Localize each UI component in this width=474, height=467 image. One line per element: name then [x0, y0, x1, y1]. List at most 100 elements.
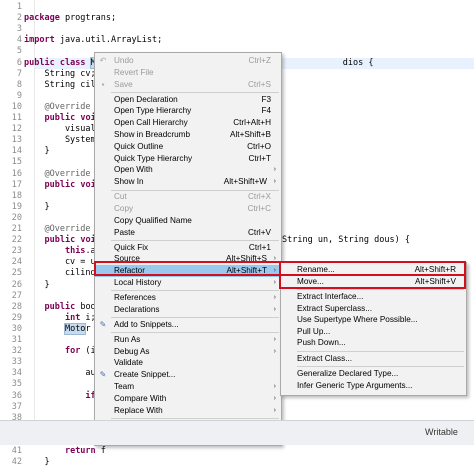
save-icon: ▪	[101, 79, 105, 89]
menu-item-label: Extract Superclass...	[297, 303, 373, 313]
line-number: 31	[11, 335, 22, 345]
menu-item-label: Quick Outline	[114, 141, 164, 151]
menu-item-pull-up[interactable]: Pull Up...	[281, 326, 466, 338]
menu-item-open-type-hierarchy[interactable]: Open Type Hierarchy F4	[95, 105, 281, 117]
code-line[interactable]: public void	[24, 113, 100, 123]
code-line[interactable]: }	[24, 202, 49, 212]
menu-item-label: Create Snippet...	[114, 370, 176, 380]
move-callout-box	[279, 274, 466, 289]
chevron-right-icon: ›	[273, 305, 276, 313]
menu-item-open-declaration[interactable]: Open Declaration F3	[95, 94, 281, 106]
menu-item-quick-fix[interactable]: Quick Fix Ctrl+1	[95, 242, 281, 254]
chevron-right-icon: ›	[273, 406, 276, 414]
menu-item-shortcut: Ctrl+O	[247, 141, 271, 151]
line-number: 5	[16, 46, 22, 57]
code-line[interactable]: public void	[24, 235, 100, 245]
menu-item-generalize-declared-type[interactable]: Generalize Declared Type...	[281, 368, 466, 380]
line-number: 27	[11, 290, 22, 301]
code-line-text: int i;	[64, 312, 96, 323]
status-writable: Writable	[425, 427, 458, 437]
menu-item-save: ▪ Save Ctrl+S	[95, 79, 281, 91]
menu-item-shortcut: Ctrl+V	[248, 227, 271, 237]
menu-item-label: Validate	[114, 358, 143, 368]
menu-item-extract-superclass[interactable]: Extract Superclass...	[281, 303, 466, 315]
menu-item-open-call-hierarchy[interactable]: Open Call Hierarchy Ctrl+Alt+H	[95, 117, 281, 129]
code-line[interactable]: @Override	[24, 169, 90, 179]
line-number: 28	[11, 301, 22, 312]
menu-item-label: Run As	[114, 334, 141, 344]
line-number: 13	[11, 135, 22, 146]
code-line[interactable]: package progtrans;	[24, 13, 116, 23]
code-line[interactable]: }	[24, 280, 49, 290]
menu-item-quick-type-hierarchy[interactable]: Quick Type Hierarchy Ctrl+T	[95, 153, 281, 165]
menu-item-label: Open Call Hierarchy	[114, 118, 188, 128]
menu-item-shortcut: F3	[261, 94, 271, 104]
code-line-continuation: dios {	[266, 57, 374, 68]
code-line[interactable]: int i;	[24, 313, 96, 323]
code-line[interactable]: @Override	[24, 224, 90, 234]
code-line[interactable]: aux	[24, 368, 100, 378]
menu-item-add-to-snippets[interactable]: ✎ Add to Snippets...	[95, 319, 281, 331]
code-line[interactable]: String cv;	[24, 69, 95, 79]
line-number: 37	[11, 401, 22, 412]
menu-item-local-history[interactable]: Local History ›	[95, 277, 281, 289]
menu-item-show-in-breadcrumb[interactable]: Show in Breadcrumb Alt+Shift+B	[95, 129, 281, 141]
menu-item-copy: Copy Ctrl+C	[95, 203, 281, 215]
code-line-text: public void	[44, 179, 101, 190]
menu-item-label: Extract Class...	[297, 353, 353, 363]
menu-item-open-with[interactable]: Open With ›	[95, 164, 281, 176]
menu-item-label: Show in Breadcrumb	[114, 130, 190, 139]
menu-item-label: Cut	[114, 192, 127, 202]
menu-item-validate[interactable]: Validate	[95, 357, 281, 369]
code-line[interactable]: import java.util.ArrayList;	[24, 35, 162, 45]
code-line[interactable]: return f	[24, 446, 106, 456]
code-line[interactable]: @Override	[24, 102, 90, 112]
menu-item-copy-qualified-name[interactable]: Copy Qualified Name	[95, 215, 281, 227]
menu-item-create-snippet[interactable]: ✎ Create Snippet...	[95, 369, 281, 381]
line-number: 15	[11, 157, 22, 168]
menu-item-label: References	[114, 293, 156, 302]
code-line[interactable]: }	[24, 457, 49, 467]
menu-item-use-supertype-where-possible[interactable]: Use Supertype Where Possible...	[281, 314, 466, 326]
menu-separator	[297, 350, 464, 352]
menu-item-replace-with[interactable]: Replace With ›	[95, 405, 281, 417]
code-line[interactable]: public void	[24, 179, 101, 190]
menu-item-push-down[interactable]: Push Down...	[281, 337, 466, 349]
menu-item-run-as[interactable]: Run As ›	[95, 334, 281, 346]
menu-item-debug-as[interactable]: Debug As ›	[95, 346, 281, 358]
chevron-right-icon: ›	[273, 294, 276, 301]
menu-item-quick-outline[interactable]: Quick Outline Ctrl+O	[95, 141, 281, 153]
menu-item-label: Copy	[114, 204, 134, 213]
line-number: 35	[11, 379, 22, 390]
line-number: 26	[11, 279, 22, 290]
menu-item-team[interactable]: Team ›	[95, 381, 281, 393]
line-number: 9	[16, 90, 22, 101]
line-number: 34	[11, 368, 22, 379]
line-number: 6	[16, 57, 22, 68]
menu-item-compare-with[interactable]: Compare With ›	[95, 393, 281, 405]
menu-item-shortcut: Ctrl+Z	[248, 56, 271, 65]
menu-item-label: Save	[114, 79, 133, 89]
line-number: 22	[11, 235, 22, 246]
menu-item-infer-generic-type-arguments[interactable]: Infer Generic Type Arguments...	[281, 380, 466, 392]
menu-item-declarations[interactable]: Declarations ›	[95, 304, 281, 316]
line-number: 25	[11, 268, 22, 279]
menu-item-shortcut: F4	[261, 106, 271, 116]
menu-item-label: Show In	[114, 177, 144, 187]
chevron-right-icon: ›	[273, 347, 276, 355]
menu-item-extract-interface[interactable]: Extract Interface...	[281, 291, 466, 303]
menu-item-label: Declarations	[114, 304, 160, 314]
menu-item-show-in[interactable]: Show In Alt+Shift+W ›	[95, 176, 281, 188]
line-number: 8	[16, 79, 22, 90]
code-line[interactable]: cilindr	[24, 268, 101, 278]
menu-item-extract-class[interactable]: Extract Class...	[281, 353, 466, 365]
chevron-right-icon: ›	[273, 166, 276, 174]
line-number: 30	[11, 323, 22, 334]
menu-item-paste[interactable]: Paste Ctrl+V	[95, 227, 281, 239]
menu-item-references[interactable]: References ›	[95, 292, 281, 304]
menu-item-label: Copy Qualified Name	[114, 215, 192, 225]
menu-item-label: Replace With	[114, 405, 163, 415]
menu-item-shortcut: Ctrl+1	[248, 242, 271, 252]
code-line[interactable]: }	[24, 146, 49, 156]
line-number: 17	[11, 179, 22, 190]
